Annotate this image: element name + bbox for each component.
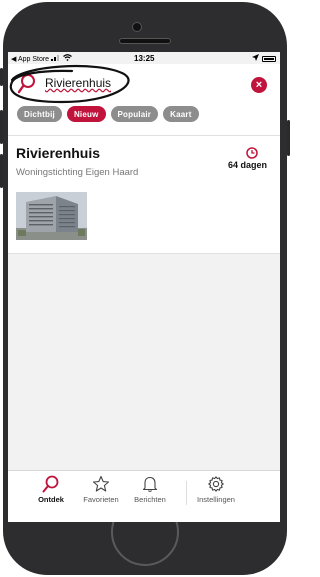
- clear-search-button[interactable]: ×: [251, 77, 267, 93]
- search-input[interactable]: Rivierenhuis: [45, 76, 111, 90]
- battery-icon: [262, 55, 276, 62]
- tab-divider: [186, 481, 187, 505]
- chip-dichtbij[interactable]: Dichtbij: [17, 106, 62, 122]
- chip-populair[interactable]: Populair: [110, 106, 159, 122]
- back-to-app-store[interactable]: ◀ App Store: [11, 55, 49, 63]
- chip-kaart[interactable]: Kaart: [163, 106, 199, 122]
- app-screen: ◀ App Store 13:25 Rivierenhuis × Dichtbi…: [8, 52, 280, 522]
- tab-berichten-label: Berichten: [134, 495, 166, 504]
- search-icon: [42, 475, 59, 493]
- days-remaining: 64 dagen: [227, 160, 267, 170]
- chip-nieuw[interactable]: Nieuw: [66, 106, 106, 122]
- power-button: [287, 120, 290, 156]
- earpiece-speaker: [119, 38, 171, 44]
- clock-icon: [246, 146, 258, 159]
- bell-icon: [142, 476, 158, 492]
- tab-ontdek-label: Ontdek: [38, 495, 64, 504]
- tab-instellingen[interactable]: Instellingen: [190, 475, 242, 504]
- volume-up-button: [0, 110, 3, 144]
- search-header: Rivierenhuis × Dichtbij Nieuw Populair K…: [8, 64, 280, 136]
- tab-ontdek[interactable]: Ontdek: [25, 475, 77, 504]
- tab-favorieten-label: Favorieten: [83, 495, 119, 504]
- volume-down-button: [0, 154, 3, 188]
- result-card[interactable]: Rivierenhuis Woningstichting Eigen Haard…: [8, 136, 280, 254]
- tab-berichten[interactable]: Berichten: [124, 475, 176, 504]
- tab-instellingen-label: Instellingen: [197, 495, 235, 504]
- status-time: 13:25: [134, 54, 155, 63]
- bottom-tab-bar: Ontdek Favorieten Berichten Instellingen: [8, 470, 280, 522]
- filter-chips: Dichtbij Nieuw Populair Kaart: [17, 106, 199, 122]
- gear-icon: [208, 476, 224, 492]
- building-photo[interactable]: [16, 192, 87, 240]
- signal-icon: [51, 54, 61, 63]
- location-icon: [252, 54, 259, 63]
- status-bar: ◀ App Store 13:25: [8, 52, 280, 64]
- tab-favorieten[interactable]: Favorieten: [75, 475, 127, 504]
- wifi-icon: [63, 54, 72, 63]
- close-icon: ×: [255, 79, 263, 91]
- result-subtitle: Woningstichting Eigen Haard: [16, 167, 139, 178]
- mute-switch: [0, 68, 3, 86]
- star-icon: [92, 475, 110, 492]
- result-title: Rivierenhuis: [16, 145, 101, 161]
- search-icon: [17, 74, 36, 94]
- front-camera: [132, 22, 142, 32]
